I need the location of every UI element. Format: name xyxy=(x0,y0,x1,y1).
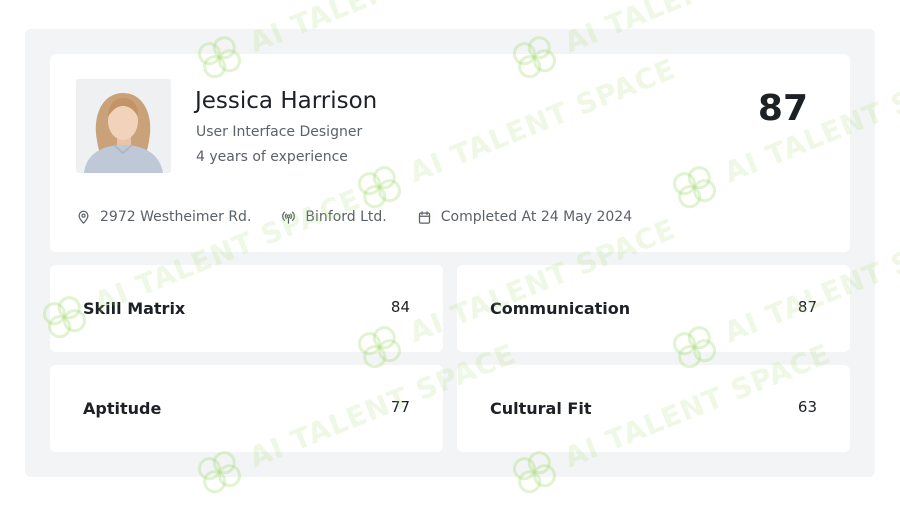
score-value: 63 xyxy=(797,398,817,416)
score-value: 77 xyxy=(390,398,410,416)
candidate-name: Jessica Harrison xyxy=(195,88,378,114)
score-label: Cultural Fit xyxy=(490,399,592,418)
map-pin-icon xyxy=(78,210,89,224)
score-card-communication[interactable]: Communication 87 xyxy=(457,265,850,352)
meta-company: Binford Ltd. xyxy=(281,209,387,225)
score-card-aptitude[interactable]: Aptitude 77 xyxy=(50,365,443,452)
candidate-avatar xyxy=(76,79,171,173)
meta-address-text: 2972 Westheimer Rd. xyxy=(100,209,252,225)
candidate-experience: 4 years of experience xyxy=(196,149,348,165)
score-card-cultural-fit[interactable]: Cultural Fit 63 xyxy=(457,365,850,452)
meta-completed-text: Completed At 24 May 2024 xyxy=(440,209,633,225)
meta-address: 2972 Westheimer Rd. xyxy=(76,209,251,225)
broadcast-icon xyxy=(282,211,296,224)
candidate-meta-row: 2972 Westheimer Rd. Binford Ltd. Complet… xyxy=(76,209,632,225)
candidate-role: User Interface Designer xyxy=(196,124,363,140)
score-label: Aptitude xyxy=(83,399,162,418)
score-value: 87 xyxy=(797,298,817,316)
calendar-icon xyxy=(418,210,430,224)
score-label: Skill Matrix xyxy=(83,299,186,318)
meta-completed: Completed At 24 May 2024 xyxy=(417,209,632,225)
score-label: Communication xyxy=(490,299,631,318)
score-value: 84 xyxy=(390,298,410,316)
score-card-skill-matrix[interactable]: Skill Matrix 84 xyxy=(50,265,443,352)
overall-score: 87 xyxy=(757,88,808,129)
candidate-profile-card: Jessica Harrison User Interface Designer… xyxy=(50,54,850,252)
meta-company-text: Binford Ltd. xyxy=(305,209,387,225)
